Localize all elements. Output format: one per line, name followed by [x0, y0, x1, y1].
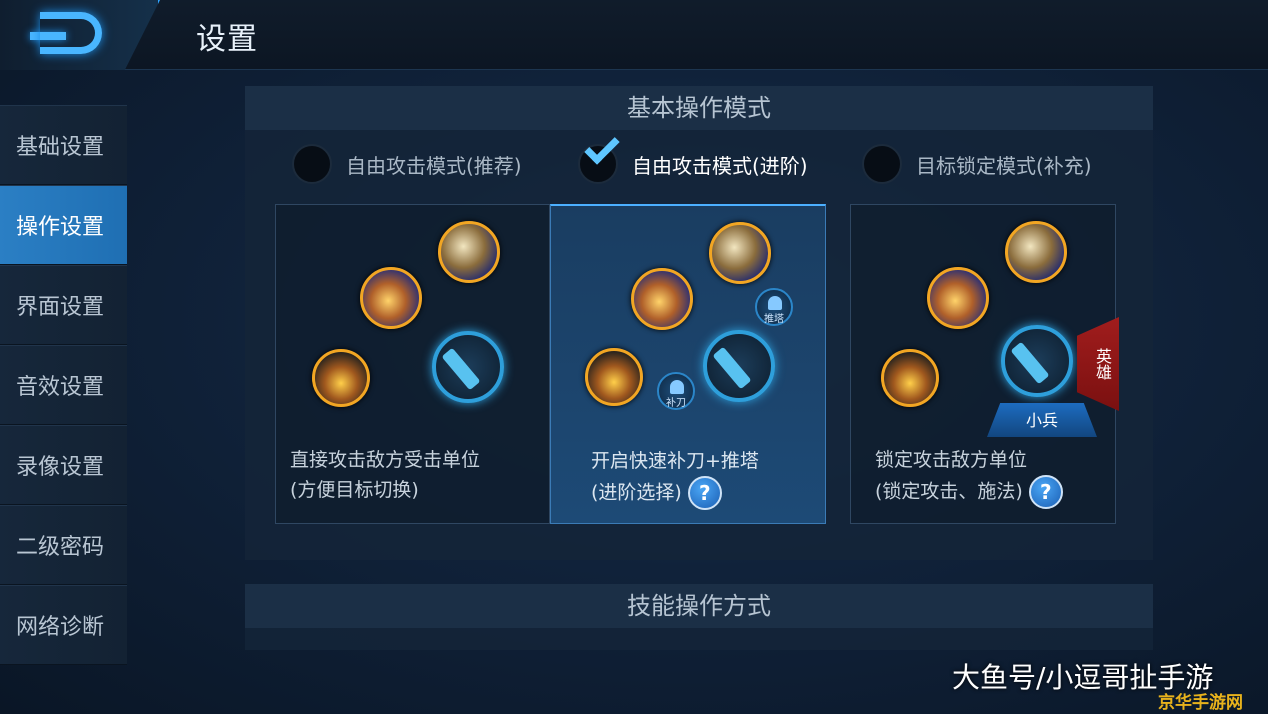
mode-option-recommended[interactable]: 自由攻击模式(推荐) — [292, 144, 522, 184]
description-line-text: (锁定攻击、施法) — [875, 480, 1023, 503]
mode-card-advanced[interactable]: 推塔 补刀 开启快速补刀+推塔 (进阶选择)? — [550, 204, 826, 524]
mode-option-label: 目标锁定模式(补充) — [916, 153, 1092, 178]
sword-icon — [1010, 341, 1050, 385]
basic-mode-heading: 基本操作模式 — [245, 86, 1153, 130]
skill-3-icon — [1005, 221, 1067, 283]
radio-unchecked-icon[interactable] — [292, 144, 332, 184]
sidebar-item-interface[interactable]: 界面设置 — [0, 265, 127, 345]
tower-icon — [768, 296, 782, 310]
push-tower-label: 推塔 — [764, 314, 784, 325]
description-line: 开启快速补刀+推塔 — [591, 450, 759, 472]
last-hit-button: 补刀 — [657, 372, 695, 410]
target-minion-tab: 小兵 — [987, 403, 1097, 437]
mode-description: 锁定攻击敌方单位 (锁定攻击、施法)? — [875, 445, 1063, 509]
attack-button-icon — [432, 331, 504, 403]
skill-mode-heading: 技能操作方式 — [245, 584, 1153, 628]
skill-mode-panel: 技能操作方式 — [245, 584, 1153, 650]
mode-card-recommended[interactable]: 直接攻击敌方受击单位 (方便目标切换) — [275, 204, 550, 524]
help-icon[interactable]: ? — [687, 476, 722, 510]
description-line: (锁定攻击、施法)? — [875, 475, 1063, 509]
description-line: (进阶选择)? — [591, 476, 759, 510]
mode-option-advanced[interactable]: 自由攻击模式(进阶) — [578, 129, 808, 184]
skill-2-icon — [927, 267, 989, 329]
sword-icon — [712, 346, 752, 390]
skill-1-icon — [881, 349, 939, 407]
sidebar-item-controls[interactable]: 操作设置 — [0, 185, 127, 265]
helmet-icon — [670, 380, 684, 394]
mode-option-lock[interactable]: 目标锁定模式(补充) — [862, 144, 1092, 184]
last-hit-label: 补刀 — [666, 398, 686, 409]
sidebar-item-secondary-password[interactable]: 二级密码 — [0, 505, 127, 585]
skill-1-icon — [312, 349, 370, 407]
mode-card-lock[interactable]: 英雄 小兵 锁定攻击敌方单位 (锁定攻击、施法)? — [850, 204, 1119, 524]
skill-2-icon — [360, 267, 422, 329]
watermark-site: 京华手游网 — [1158, 693, 1243, 713]
skill-2-icon — [631, 268, 693, 330]
description-line: (方便目标切换) — [290, 479, 419, 501]
sidebar-item-audio[interactable]: 音效设置 — [0, 345, 127, 425]
sword-icon — [441, 347, 481, 391]
sidebar-item-network[interactable]: 网络诊断 — [0, 585, 127, 665]
page-title: 设置 — [196, 22, 258, 57]
mode-description: 开启快速补刀+推塔 (进阶选择)? — [591, 446, 759, 510]
description-line: 直接攻击敌方受击单位 — [290, 449, 481, 471]
skill-1-icon — [585, 348, 643, 406]
mode-option-label: 自由攻击模式(进阶) — [632, 153, 808, 178]
push-tower-button: 推塔 — [755, 288, 793, 326]
target-hero-tab: 英雄 — [1077, 317, 1119, 411]
skill-3-icon — [709, 222, 771, 284]
sidebar-item-basic[interactable]: 基础设置 — [0, 105, 127, 185]
description-line: 锁定攻击敌方单位 — [875, 449, 1028, 471]
sidebar-item-replay[interactable]: 录像设置 — [0, 425, 127, 505]
radio-checked-icon[interactable] — [578, 129, 620, 184]
radio-unchecked-icon[interactable] — [862, 144, 902, 184]
sidebar: 基础设置 操作设置 界面设置 音效设置 录像设置 二级密码 网络诊断 — [0, 105, 127, 714]
back-button[interactable] — [0, 0, 160, 70]
top-bar: 设置 — [0, 0, 1268, 70]
mode-description: 直接攻击敌方受击单位 (方便目标切换) — [290, 445, 480, 505]
attack-button-icon — [1001, 325, 1073, 397]
skill-3-icon — [438, 221, 500, 283]
attack-button-icon — [703, 330, 775, 402]
mode-option-label: 自由攻击模式(推荐) — [346, 153, 522, 178]
help-icon[interactable]: ? — [1028, 475, 1063, 509]
description-line-text: (进阶选择) — [591, 481, 682, 504]
d-logo-icon — [40, 12, 102, 54]
